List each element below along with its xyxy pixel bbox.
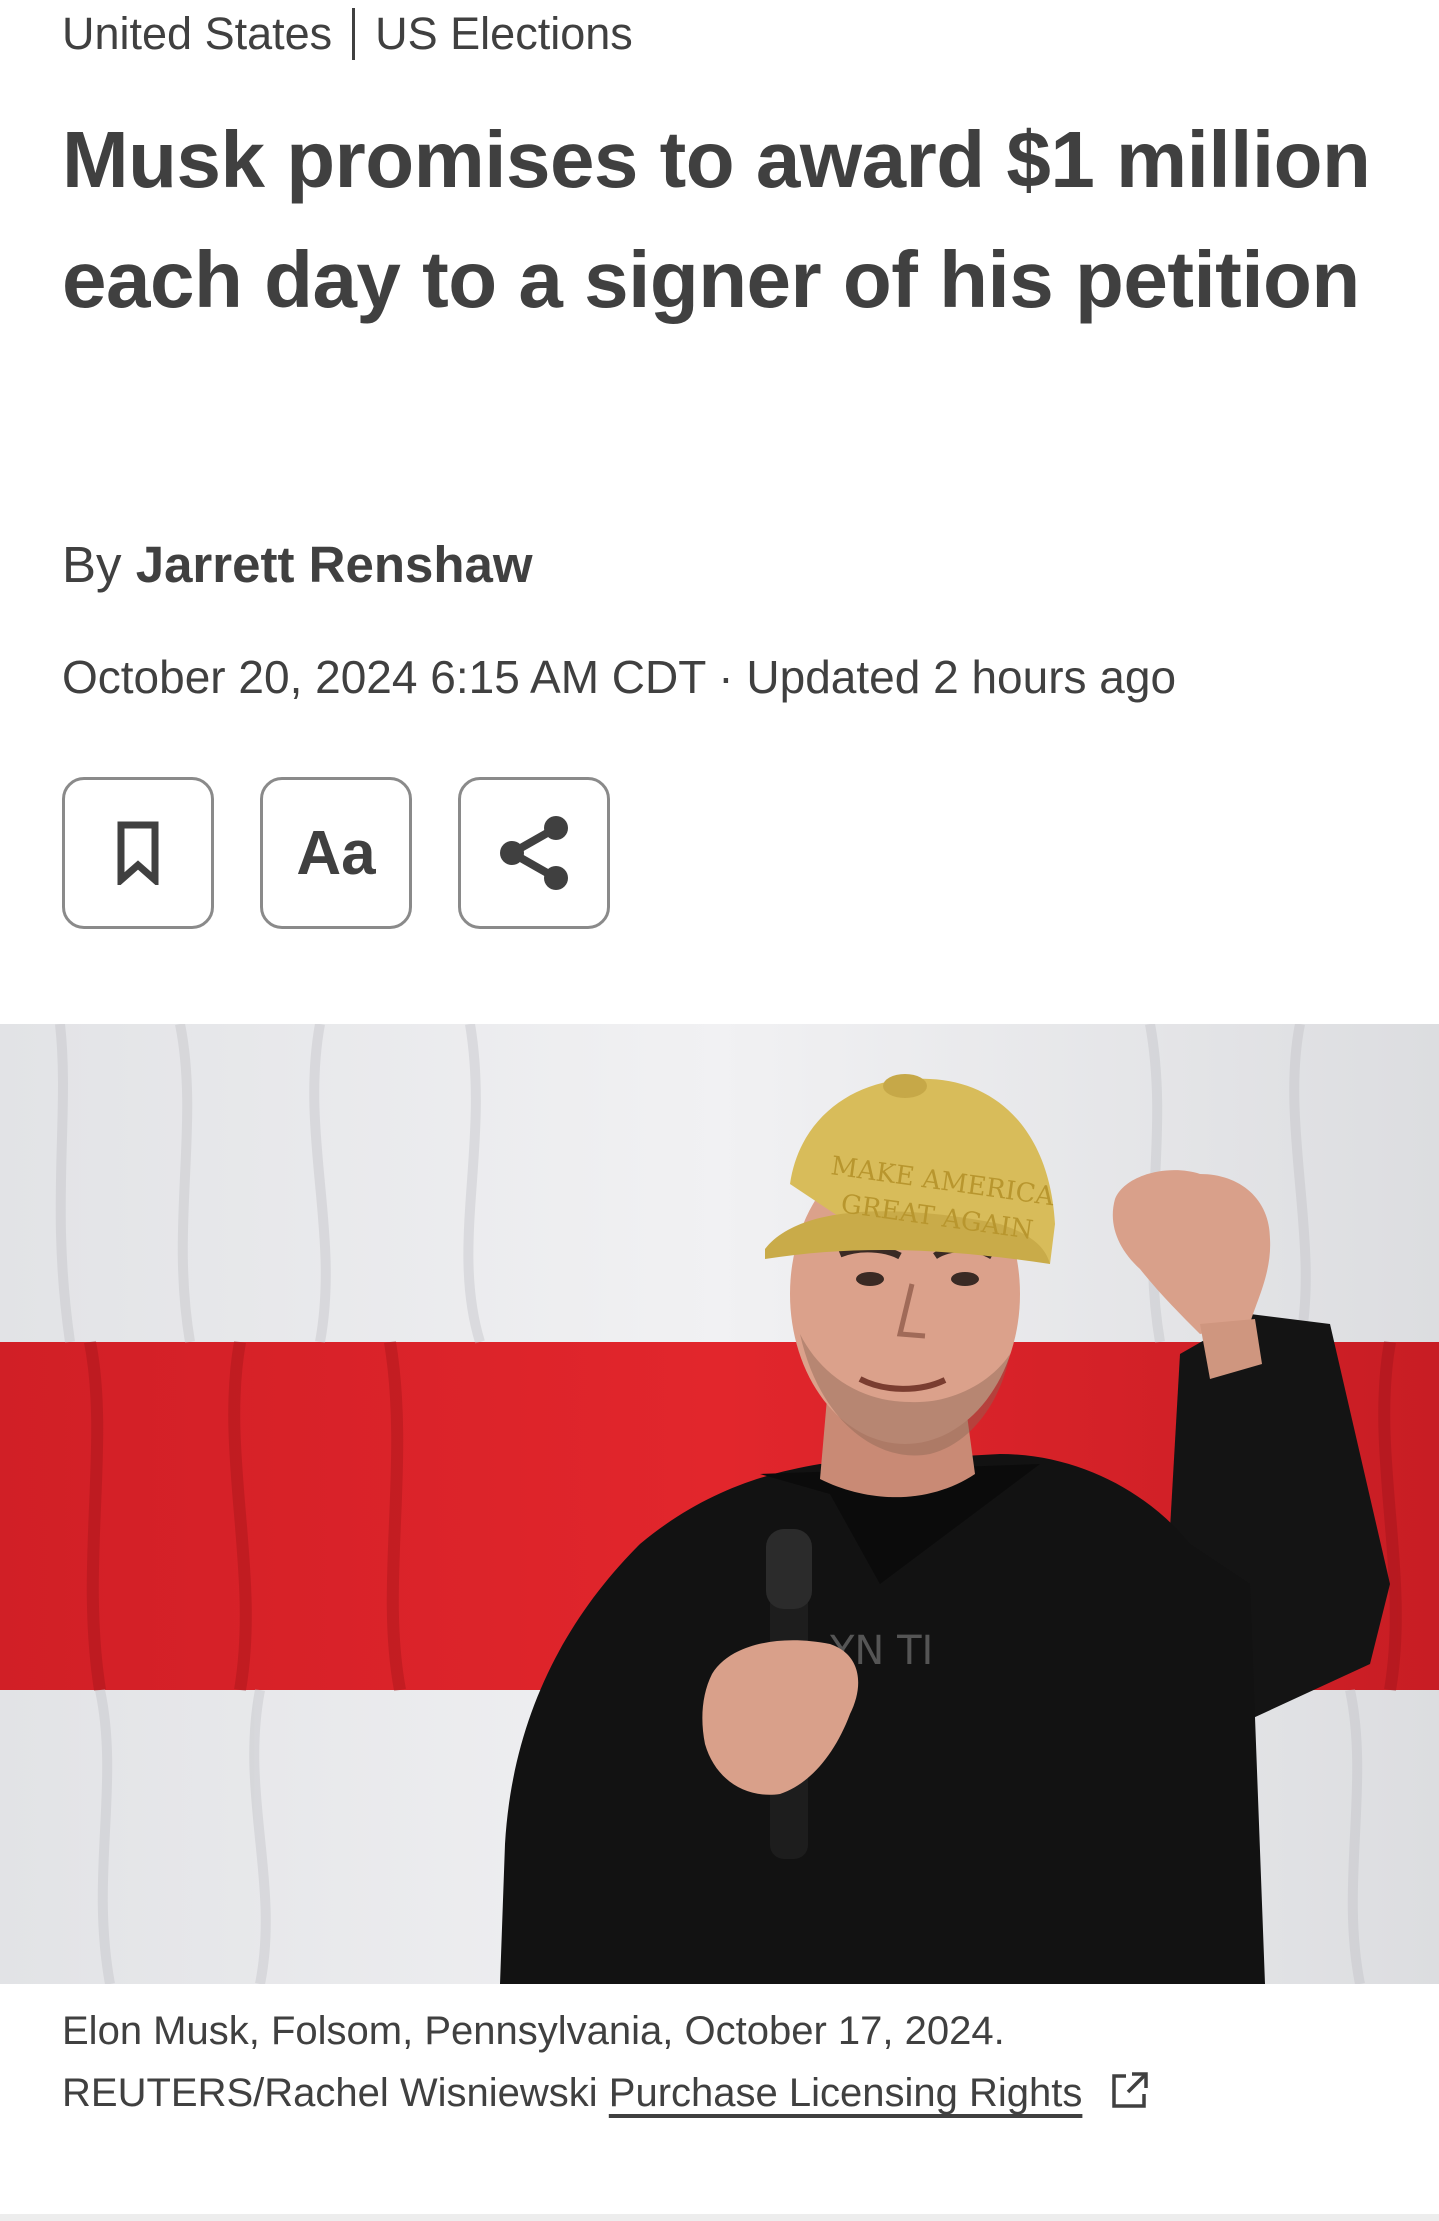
author-link[interactable]: Jarrett Renshaw: [136, 536, 533, 593]
bookmark-button[interactable]: [62, 777, 214, 929]
external-link-icon[interactable]: [1108, 2070, 1150, 2112]
article-dateline: October 20, 2024 6:15 AM CDT · Updated 2…: [62, 651, 1177, 703]
article-toolbar: Aa: [62, 777, 610, 929]
section-divider: [0, 2214, 1439, 2221]
photo-credit: REUTERS/Rachel Wisniewski: [62, 2071, 598, 2115]
breadcrumb: United States US Elections: [62, 6, 633, 62]
breadcrumb-divider: [352, 8, 356, 60]
photo-caption: Elon Musk, Folsom, Pennsylvania, October…: [62, 2000, 1392, 2124]
breadcrumb-subsection-link[interactable]: US Elections: [375, 8, 633, 60]
bookmark-icon: [117, 821, 159, 885]
purchase-licensing-link[interactable]: Purchase Licensing Rights: [609, 2071, 1083, 2115]
text-size-button[interactable]: Aa: [260, 777, 412, 929]
byline-prefix: By: [62, 536, 122, 593]
caption-text: Elon Musk, Folsom, Pennsylvania, October…: [62, 2009, 1005, 2053]
breadcrumb-section-link[interactable]: United States: [62, 8, 332, 60]
text-size-label: Aa: [296, 818, 376, 888]
article-headline: Musk promises to award $1 million each d…: [62, 115, 1371, 324]
article-photo: YN TI MAKE AMERICA GREAT AGAIN: [0, 1024, 1439, 1984]
share-icon: [500, 816, 568, 890]
byline: By Jarrett Renshaw: [62, 535, 533, 594]
caption-credit-row: REUTERS/Rachel Wisniewski Purchase Licen…: [62, 2062, 1392, 2124]
photo-illustration: YN TI MAKE AMERICA GREAT AGAIN: [0, 1024, 1439, 1984]
share-button[interactable]: [458, 777, 610, 929]
